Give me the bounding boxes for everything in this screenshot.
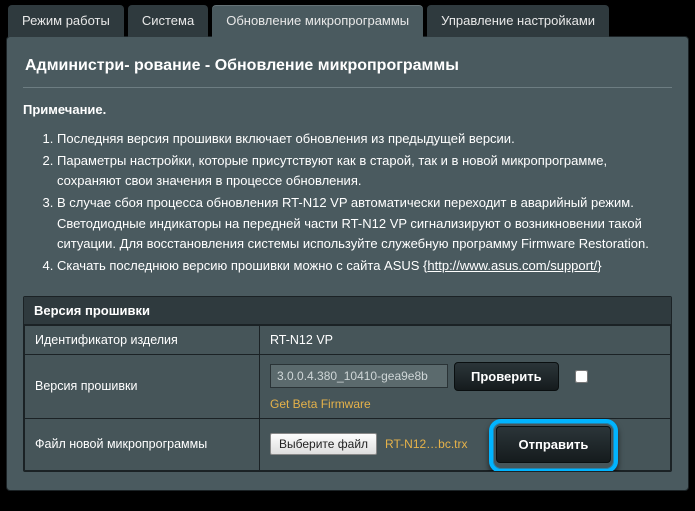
support-link[interactable]: http://www.asus.com/support/ [427, 258, 597, 273]
product-id-label: Идентификатор изделия [25, 325, 260, 354]
tab-system[interactable]: Система [128, 5, 208, 37]
page-title: Администри- рование - Обновление микропр… [23, 51, 672, 88]
beta-firmware-link[interactable]: Get Beta Firmware [270, 397, 371, 411]
tab-mode[interactable]: Режим работы [8, 5, 124, 37]
choose-file-button[interactable]: Выберите файл [270, 433, 377, 455]
note-item: Параметры настройки, которые присутствую… [57, 151, 672, 191]
tab-bar: Режим работы Система Обновление микропро… [6, 4, 689, 36]
fw-version-label: Версия прошивки [25, 354, 260, 418]
chosen-file-name: RT-N12…bc.trx [385, 437, 467, 451]
note-item: Последняя версия прошивки включает обнов… [57, 129, 672, 149]
note-text: Скачать последнюю версию прошивки можно … [57, 258, 427, 273]
fw-version-input [270, 364, 448, 388]
new-fw-file-label: Файл новой микропрограммы [25, 418, 260, 470]
table-header: Версия прошивки [24, 297, 671, 325]
send-button[interactable]: Отправить [496, 426, 612, 463]
table-row: Версия прошивки Проверить Get Beta Firmw… [25, 354, 671, 418]
product-id-value: RT-N12 VP [260, 325, 671, 354]
notes-list: Последняя версия прошивки включает обнов… [23, 129, 672, 276]
beta-firmware-checkbox[interactable] [575, 370, 588, 383]
tab-config-manage[interactable]: Управление настройками [427, 5, 609, 37]
note-text: } [597, 258, 601, 273]
table-row: Файл новой микропрограммы Выберите файл … [25, 418, 671, 470]
tab-firmware-update[interactable]: Обновление микропрограммы [212, 5, 423, 37]
check-button[interactable]: Проверить [454, 362, 559, 391]
note-item: Скачать последнюю версию прошивки можно … [57, 256, 672, 276]
notes-heading: Примечание. [23, 102, 672, 117]
content-panel: Администри- рование - Обновление микропр… [6, 36, 689, 491]
firmware-table: Версия прошивки Идентификатор изделия RT… [23, 296, 672, 472]
note-item: В случае сбоя процесса обновления RT-N12… [57, 193, 672, 253]
table-row: Идентификатор изделия RT-N12 VP [25, 325, 671, 354]
